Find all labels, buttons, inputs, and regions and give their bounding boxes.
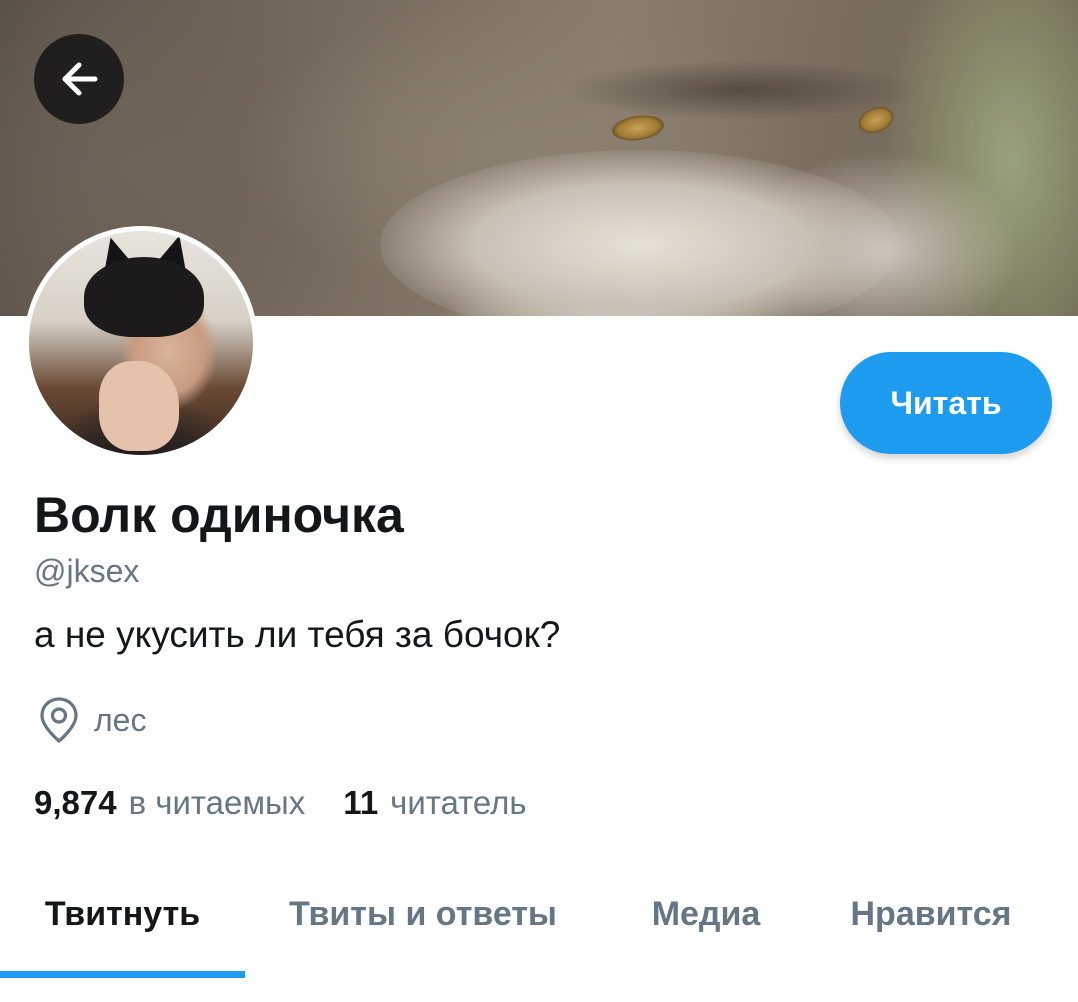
follow-button[interactable]: Читать [840,352,1052,454]
followers-label: читатель [390,784,527,821]
following-stat[interactable]: 9,874 в читаемых [34,784,305,822]
followers-stat[interactable]: 11 читатель [343,784,526,822]
active-tab-indicator [0,971,245,978]
following-label: в читаемых [128,784,306,821]
profile-stats: 9,874 в читаемых 11 читатель [34,782,527,824]
avatar[interactable] [24,226,258,460]
profile-page: Читать Волк одиночка @jksex а не укусить… [0,0,1078,1002]
avatar-hand [99,361,179,451]
following-count: 9,874 [34,784,117,821]
user-handle: @jksex [34,553,140,589]
back-button[interactable] [34,34,124,124]
avatar-hair [84,257,204,337]
arrow-left-icon [62,62,98,96]
tab-tweets-and-replies[interactable]: Твиты и ответы [245,858,601,970]
location-text: лес [94,701,147,738]
banner-eye-left [610,112,666,144]
followers-count: 11 [343,784,379,821]
profile-bio: а не укусить ли тебя за бочок? [34,614,561,655]
tab-likes[interactable]: Нравится [811,858,1051,970]
profile-location: лес [38,696,146,744]
tab-tweets[interactable]: Твитнуть [0,858,245,970]
display-name: Волк одиночка [34,487,404,543]
map-pin-icon [40,697,78,743]
banner-fur-shape [380,150,900,316]
tab-media[interactable]: Медиа [601,858,811,970]
profile-tabs: Твитнуть Твиты и ответы Медиа Нравится [0,858,1078,980]
avatar-photo [29,231,253,455]
